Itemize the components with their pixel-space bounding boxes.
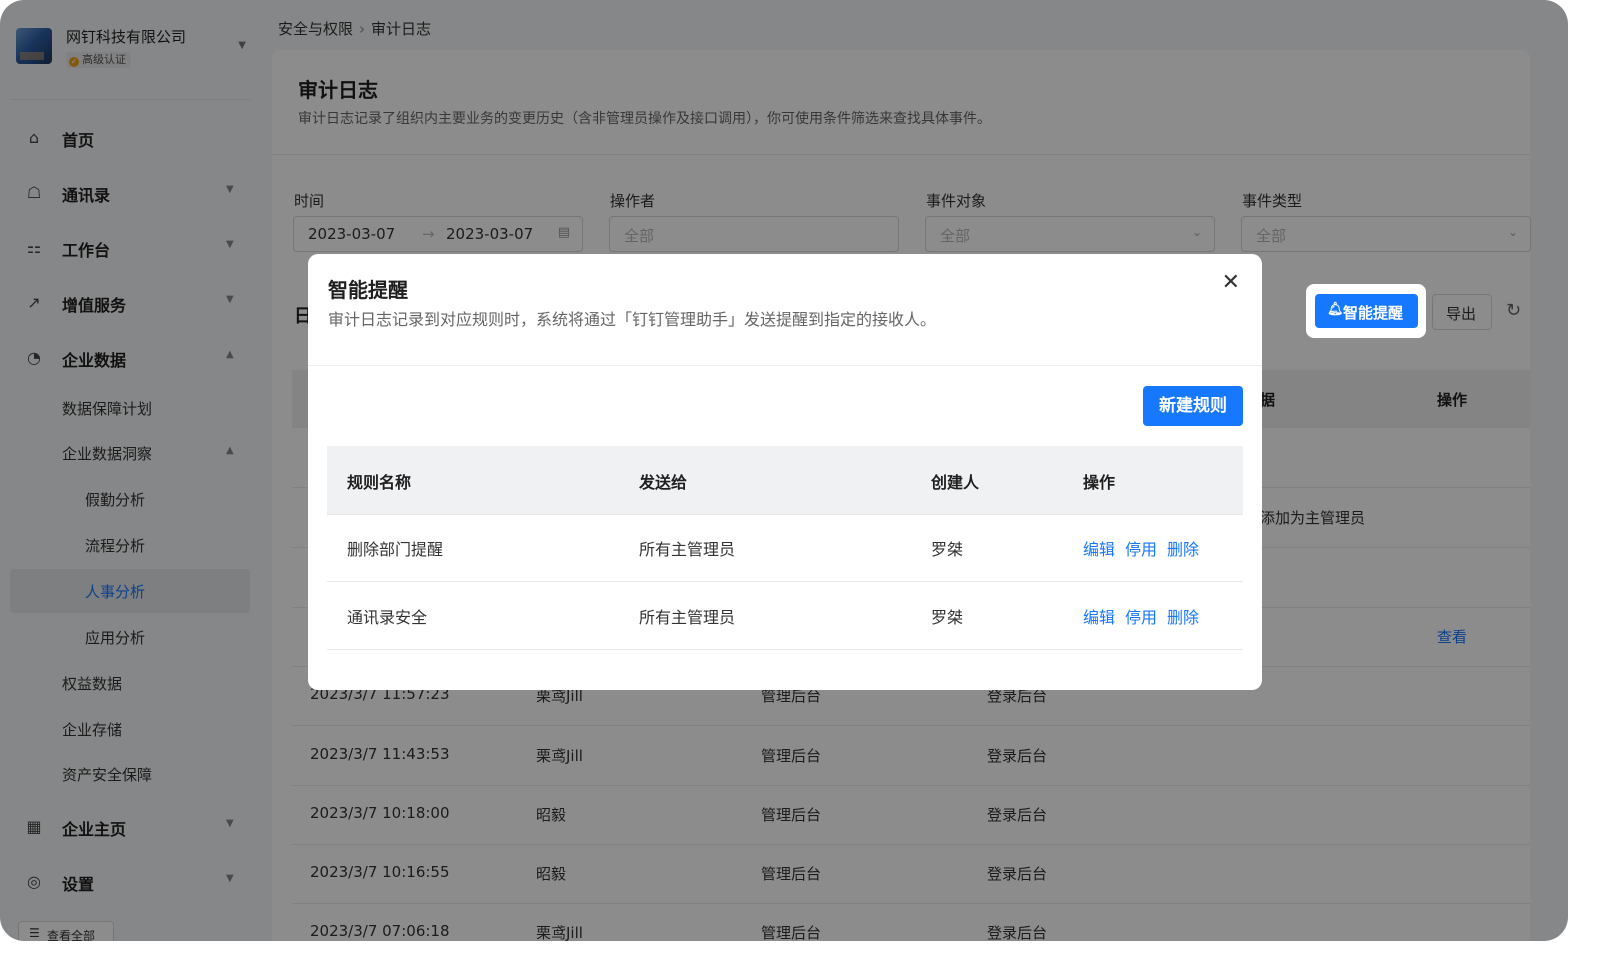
smart-reminder-highlight: 🔔︎ 智能提醒 bbox=[1306, 284, 1426, 338]
delete-link[interactable]: 删除 bbox=[1167, 536, 1199, 560]
app-window: 网钉科技有限公司 ✓ 高级认证 ▼ ⌂ 首页 ☖ 通讯录 ▼ ⚏ 工作台 ▼ ↗ … bbox=[0, 0, 1568, 941]
smart-reminder-dialog: 智能提醒 审计日志记录到对应规则时，系统将通过「钉钉管理助手」发送提醒到指定的接… bbox=[308, 254, 1262, 690]
edit-link[interactable]: 编辑 bbox=[1083, 536, 1115, 560]
dialog-description: 审计日志记录到对应规则时，系统将通过「钉钉管理助手」发送提醒到指定的接收人。 bbox=[328, 310, 937, 329]
disable-link[interactable]: 停用 bbox=[1125, 536, 1157, 560]
rule-row: 通讯录安全 所有主管理员 罗桀 编辑 停用 删除 bbox=[327, 582, 1243, 650]
disable-link[interactable]: 停用 bbox=[1125, 604, 1157, 628]
rule-row: 删除部门提醒 所有主管理员 罗桀 编辑 停用 删除 bbox=[327, 514, 1243, 582]
close-icon[interactable]: ✕ bbox=[1222, 272, 1240, 294]
dialog-title: 智能提醒 bbox=[328, 278, 408, 302]
new-rule-button[interactable]: 新建规则 bbox=[1143, 386, 1243, 426]
delete-link[interactable]: 删除 bbox=[1167, 604, 1199, 628]
rules-table-header: 规则名称 发送给 创建人 操作 bbox=[327, 446, 1243, 515]
smart-reminder-button[interactable]: 🔔︎ 智能提醒 bbox=[1315, 294, 1418, 328]
divider bbox=[308, 365, 1262, 366]
edit-link[interactable]: 编辑 bbox=[1083, 604, 1115, 628]
bell-icon: 🔔︎ bbox=[1327, 302, 1344, 317]
